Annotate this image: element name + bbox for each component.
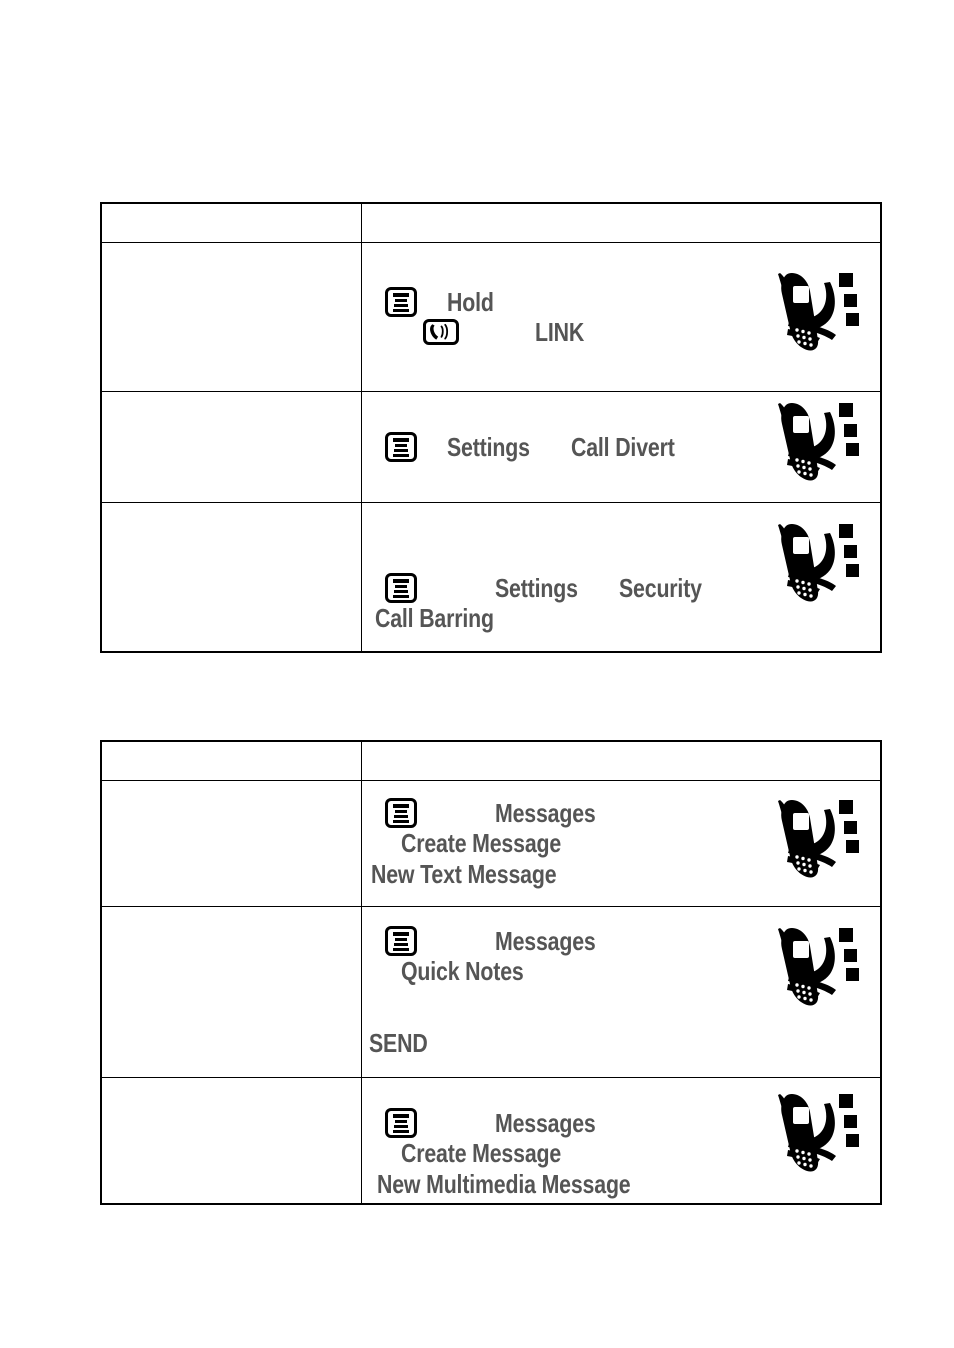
- menu-icon-bar: [393, 1114, 409, 1119]
- menu-icon-bar: [394, 942, 408, 946]
- menu-icon-bar: [393, 454, 409, 457]
- step-label: Call Divert: [570, 431, 675, 462]
- flip-phone-illustration: [766, 267, 866, 367]
- step-line: Hold: [385, 287, 762, 317]
- menu-icon-bar: [394, 589, 408, 593]
- row-steps-cell: Messages Create Message New Multimedia M…: [361, 1077, 881, 1204]
- step-line: New Multimedia Message: [377, 1169, 762, 1199]
- step-label: New Multimedia Message: [377, 1168, 631, 1199]
- menu-icon-bar: [393, 308, 409, 312]
- table-row: Messages Create Message New Text Message: [101, 780, 881, 907]
- step-line: New Text Message: [371, 859, 762, 889]
- menu-icon-bar: [393, 947, 409, 951]
- header-cell-description: [101, 203, 362, 243]
- header-cell-steps: [361, 203, 881, 243]
- menu-icon-bar: [393, 292, 409, 297]
- row-description-cell: [101, 391, 362, 503]
- row-steps-cell: Hold LINK: [361, 242, 881, 392]
- menu-icon-frame: [385, 432, 417, 462]
- menu-icon-frame: [385, 925, 417, 956]
- step-line: Settings Security: [385, 573, 762, 603]
- step-label: LINK: [535, 317, 585, 347]
- menu-icon: [385, 572, 417, 603]
- menu-icon-bar: [393, 820, 409, 824]
- row-description-cell: [101, 780, 362, 907]
- table-row: Messages Quick Notes SEND: [101, 906, 881, 1078]
- step-line: LINK: [385, 317, 762, 347]
- step-line: Settings Call Divert: [385, 432, 762, 462]
- messaging-table: Messages Create Message New Text Message: [100, 740, 882, 1205]
- menu-icon-bar: [395, 937, 407, 941]
- menu-icon: [385, 925, 417, 956]
- step-line: Call Barring: [375, 603, 762, 633]
- step-label: Hold: [447, 286, 495, 317]
- step-label: Call Barring: [375, 603, 494, 633]
- menu-icon: [385, 432, 417, 462]
- step-label: Security: [618, 572, 702, 603]
- row-description-cell: [101, 242, 362, 392]
- step-label: New Text Message: [371, 858, 557, 889]
- step-label: Settings: [495, 572, 579, 603]
- menu-icon-bar: [393, 931, 409, 936]
- step-label: Quick Notes: [401, 955, 524, 986]
- row-steps-cell: Settings Call Divert: [361, 391, 881, 503]
- menu-icon-bar: [394, 449, 408, 452]
- menu-icon-bar: [395, 444, 407, 447]
- step-label: Messages: [495, 798, 597, 829]
- row-description-cell: [101, 502, 362, 652]
- menu-icon-bar: [394, 1125, 408, 1129]
- table-header-row: [101, 741, 881, 781]
- step-label: Messages: [495, 1108, 597, 1139]
- step-line: Messages Create Message: [385, 1108, 762, 1168]
- table-row: Settings Call Divert: [101, 391, 881, 503]
- table-header-row: [101, 203, 881, 243]
- call-features-table: Hold LINK Settings Call Divert Settings …: [100, 202, 882, 653]
- menu-icon: [385, 1108, 417, 1139]
- table-row: Settings Security Call Barring: [101, 502, 881, 652]
- menu-icon-bar: [394, 303, 408, 307]
- menu-icon-bar: [393, 594, 409, 598]
- menu-icon-frame: [385, 286, 417, 317]
- menu-icon-bar: [393, 438, 409, 442]
- menu-icon-bar: [394, 815, 408, 819]
- step-line: Messages Quick Notes: [385, 926, 762, 986]
- menu-icon-bar: [393, 578, 409, 583]
- header-cell-description: [101, 741, 362, 781]
- table-row: Hold LINK: [101, 242, 881, 392]
- document-page: Hold LINK Settings Call Divert Settings …: [0, 0, 954, 1348]
- menu-icon-bar: [393, 1130, 409, 1134]
- menu-icon-frame: [385, 572, 417, 603]
- step-label: Create Message: [401, 1138, 562, 1169]
- step-label: Messages: [495, 925, 597, 956]
- row-steps-cell: Messages Create Message New Text Message: [361, 780, 881, 907]
- flip-phone-illustration: [766, 922, 866, 1022]
- menu-icon-bar: [395, 584, 407, 588]
- step-label: SEND: [369, 1028, 428, 1059]
- row-description-cell: [101, 906, 362, 1078]
- step-label: Create Message: [401, 828, 562, 859]
- menu-icon-bar: [393, 804, 409, 809]
- menu-icon: [385, 798, 417, 829]
- menu-icon-bar: [395, 298, 407, 302]
- flip-phone-illustration: [766, 397, 866, 497]
- row-description-cell: [101, 1077, 362, 1204]
- flip-phone-illustration: [766, 1088, 866, 1188]
- table-row: Messages Create Message New Multimedia M…: [101, 1077, 881, 1204]
- menu-icon-bar: [395, 1120, 407, 1124]
- header-cell-steps: [361, 741, 881, 781]
- flip-phone-illustration: [766, 794, 866, 894]
- row-steps-cell: Messages Quick Notes SEND: [361, 906, 881, 1078]
- step-label: Settings: [447, 431, 531, 462]
- row-steps-cell: Settings Security Call Barring: [361, 502, 881, 652]
- menu-icon-frame: [385, 798, 417, 829]
- step-line: SEND: [369, 1028, 762, 1058]
- menu-icon-bar: [395, 810, 407, 814]
- flip-phone-illustration: [766, 518, 866, 618]
- menu-icon-frame: [385, 1108, 417, 1139]
- speaker-icon: [423, 319, 459, 346]
- step-line: Messages Create Message: [385, 798, 762, 858]
- menu-icon: [385, 286, 417, 317]
